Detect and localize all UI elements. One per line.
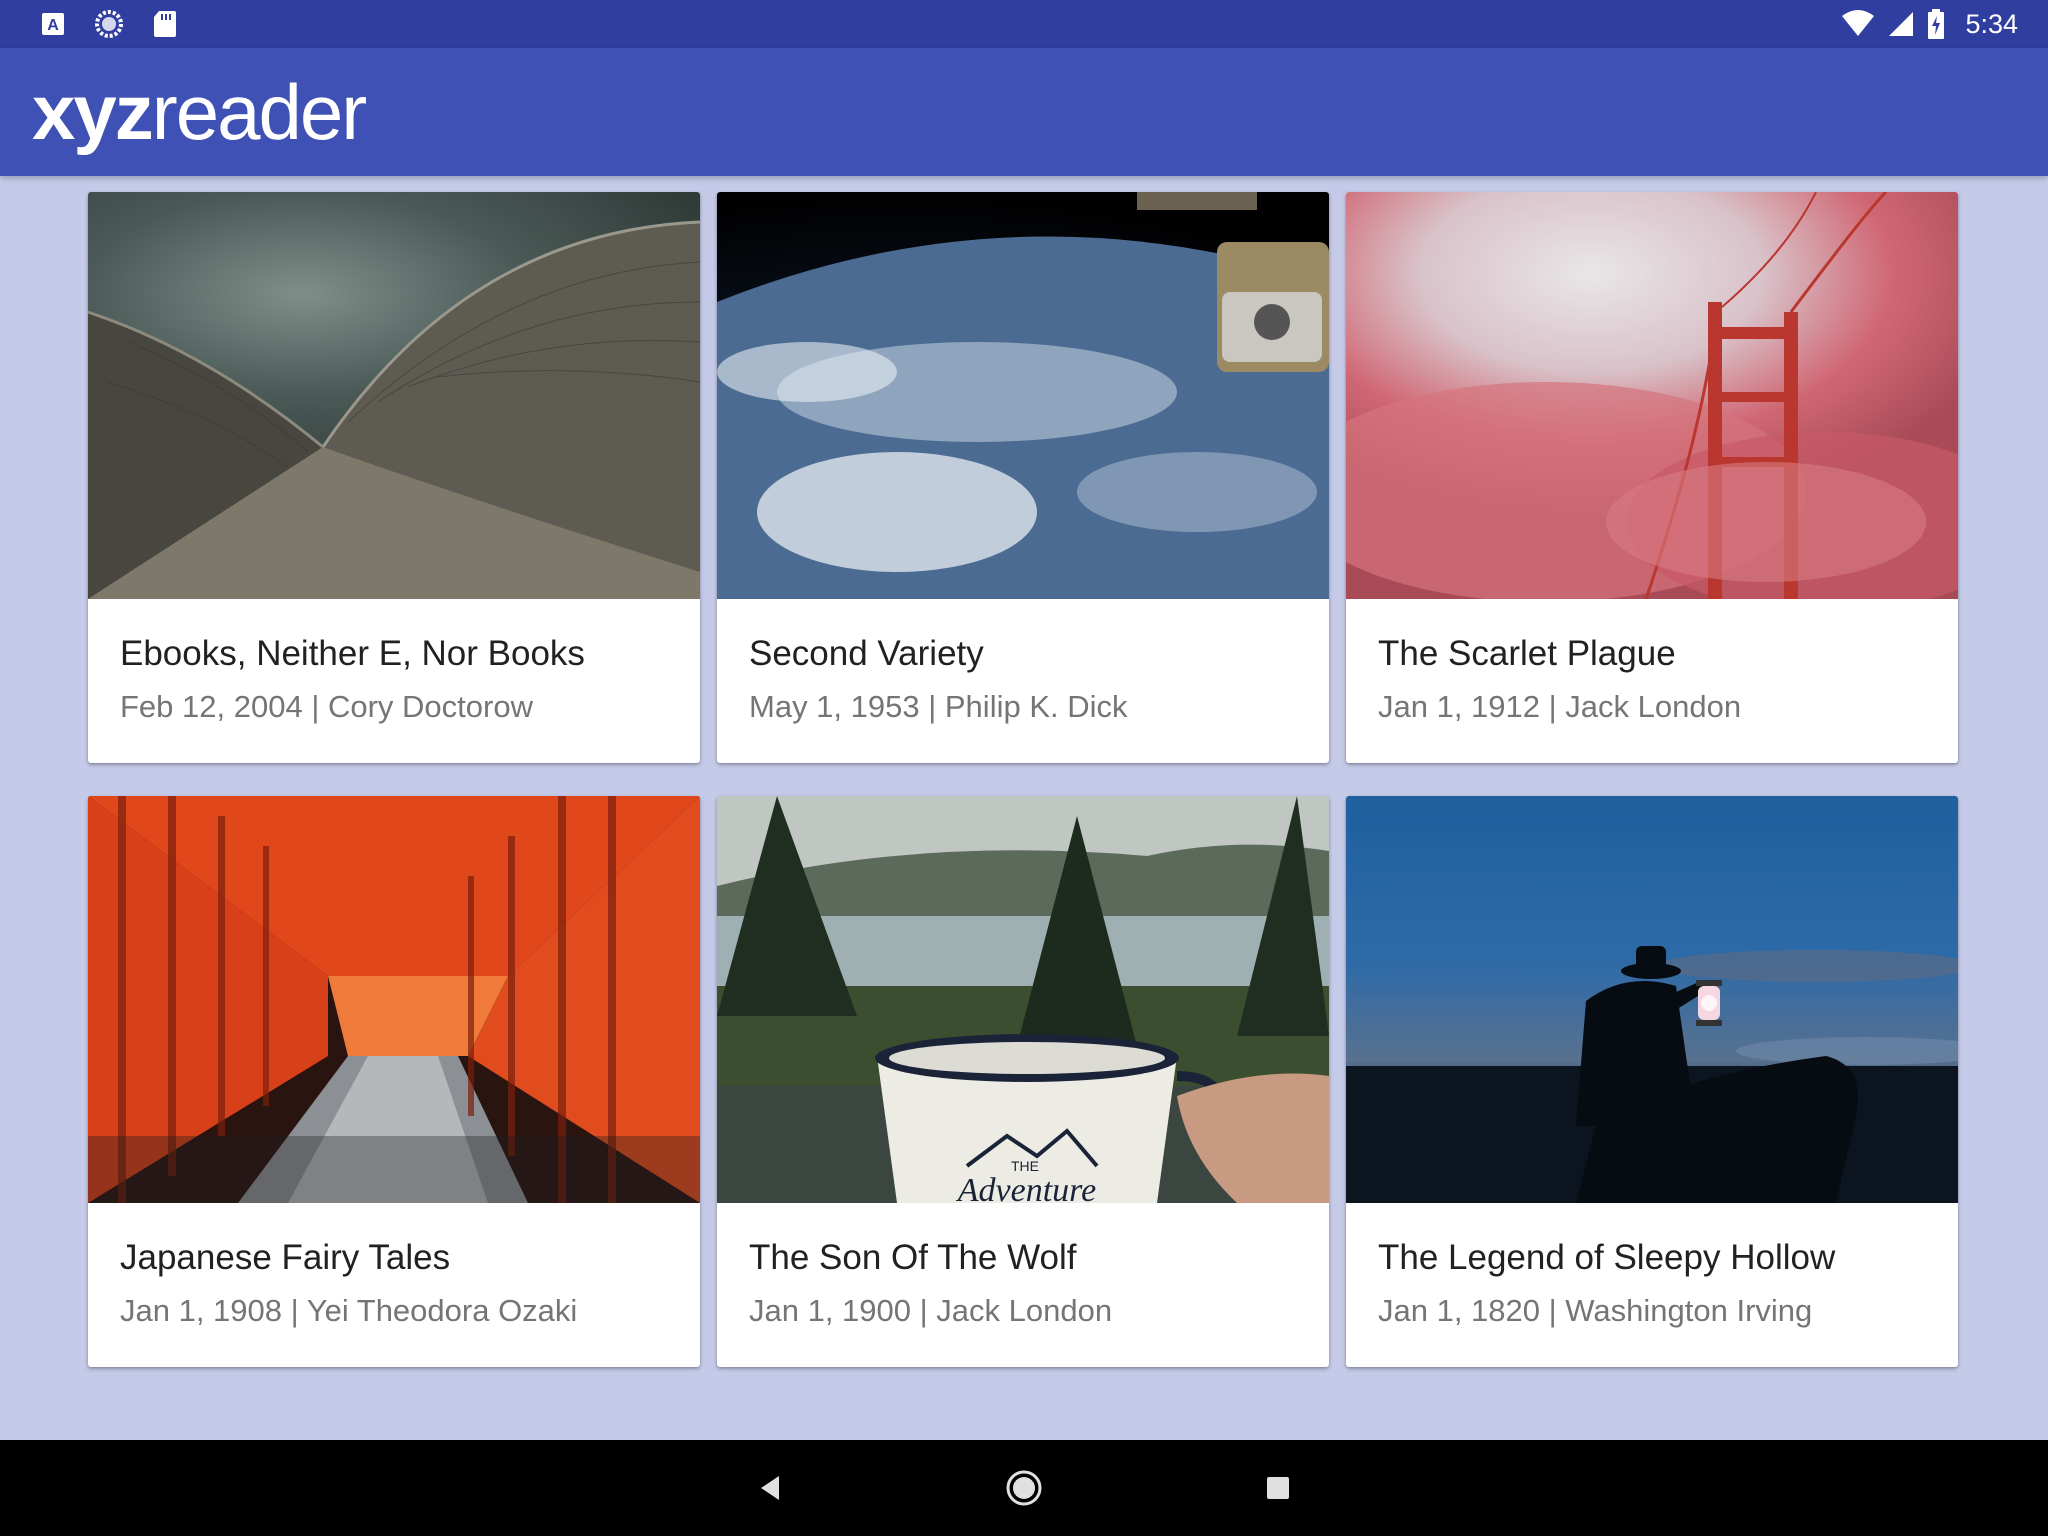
status-bar: A 5:34 <box>0 0 2048 48</box>
article-card[interactable]: The Legend of Sleepy Hollow Jan 1, 1820 … <box>1346 796 1958 1367</box>
app-notification-icon: A <box>40 11 66 37</box>
article-title: Japanese Fairy Tales <box>120 1238 451 1277</box>
article-card[interactable]: The Scarlet Plague Jan 1, 1912 | Jack Lo… <box>1346 192 1958 763</box>
article-thumbnail-torii <box>88 796 700 1203</box>
article-subtitle: May 1, 1953 | Philip K. Dick <box>749 689 1128 724</box>
night-rider-illustration <box>1346 946 1958 1203</box>
back-icon[interactable] <box>738 1456 802 1520</box>
app-bar: xyzreader <box>0 48 2048 176</box>
article-card[interactable]: Japanese Fairy Tales Jan 1, 1908 | Yei T… <box>88 796 700 1367</box>
status-clock: 5:34 <box>1965 8 2018 39</box>
status-bar-system: 5:34 <box>1841 9 2018 40</box>
lake-mug-illustration: THE Adventure <box>717 796 1329 1203</box>
article-subtitle: Feb 12, 2004 | Cory Doctorow <box>120 689 533 724</box>
article-title: Ebooks, Neither E, Nor Books <box>120 634 585 673</box>
recents-icon[interactable] <box>1246 1456 1310 1520</box>
article-subtitle: Jan 1, 1900 | Jack London <box>749 1293 1113 1328</box>
navigation-bar <box>0 1440 2048 1536</box>
opera-house-illustration <box>88 220 700 599</box>
article-subtitle: Jan 1, 1908 | Yei Theodora Ozaki <box>120 1293 578 1328</box>
article-card[interactable]: Second Variety May 1, 1953 | Philip K. D… <box>717 192 1329 763</box>
wifi-icon <box>1841 10 1875 38</box>
article-text: The Scarlet Plague Jan 1, 1912 | Jack Lo… <box>1346 599 1958 725</box>
article-title: The Scarlet Plague <box>1378 634 1676 673</box>
article-thumbnail-night-rider <box>1346 796 1958 1203</box>
earth-illustration <box>717 192 1329 599</box>
mug-label-script: Adventure <box>956 1172 1096 1203</box>
app-logo: xyzreader <box>32 73 367 151</box>
article-thumbnail-earth <box>717 192 1329 599</box>
article-text: Second Variety May 1, 1953 | Philip K. D… <box>717 599 1329 725</box>
bridge-illustration <box>1346 192 1958 599</box>
status-bar-notifications: A <box>40 9 178 39</box>
article-text: The Legend of Sleepy Hollow Jan 1, 1820 … <box>1346 1203 1958 1329</box>
article-text: Japanese Fairy Tales Jan 1, 1908 | Yei T… <box>88 1203 700 1329</box>
home-icon[interactable] <box>992 1456 1056 1520</box>
article-thumbnail-opera-house <box>88 192 700 599</box>
article-subtitle: Jan 1, 1912 | Jack London <box>1378 689 1742 724</box>
signal-icon <box>1887 10 1915 38</box>
article-title: The Legend of Sleepy Hollow <box>1378 1238 1836 1277</box>
article-card[interactable]: Ebooks, Neither E, Nor Books Feb 12, 200… <box>88 192 700 763</box>
logo-light-text: reader <box>151 68 367 156</box>
article-subtitle: Jan 1, 1820 | Washington Irving <box>1378 1293 1813 1328</box>
svg-text:A: A <box>47 17 59 34</box>
article-grid: Ebooks, Neither E, Nor Books Feb 12, 200… <box>88 192 1960 1367</box>
article-text: The Son Of The Wolf Jan 1, 1900 | Jack L… <box>717 1203 1329 1329</box>
sync-icon <box>94 9 124 39</box>
torii-illustration <box>88 796 700 1203</box>
article-text: Ebooks, Neither E, Nor Books Feb 12, 200… <box>88 599 700 725</box>
article-card[interactable]: THE Adventure The Son Of The Wolf Jan 1,… <box>717 796 1329 1367</box>
sd-card-icon <box>152 9 178 39</box>
article-thumbnail-lake: THE Adventure <box>717 796 1329 1203</box>
article-thumbnail-bridge <box>1346 192 1958 599</box>
battery-icon <box>1927 9 1945 39</box>
article-title: Second Variety <box>749 634 984 673</box>
article-title: The Son Of The Wolf <box>749 1238 1077 1277</box>
logo-bold-text: xyz <box>32 68 154 156</box>
